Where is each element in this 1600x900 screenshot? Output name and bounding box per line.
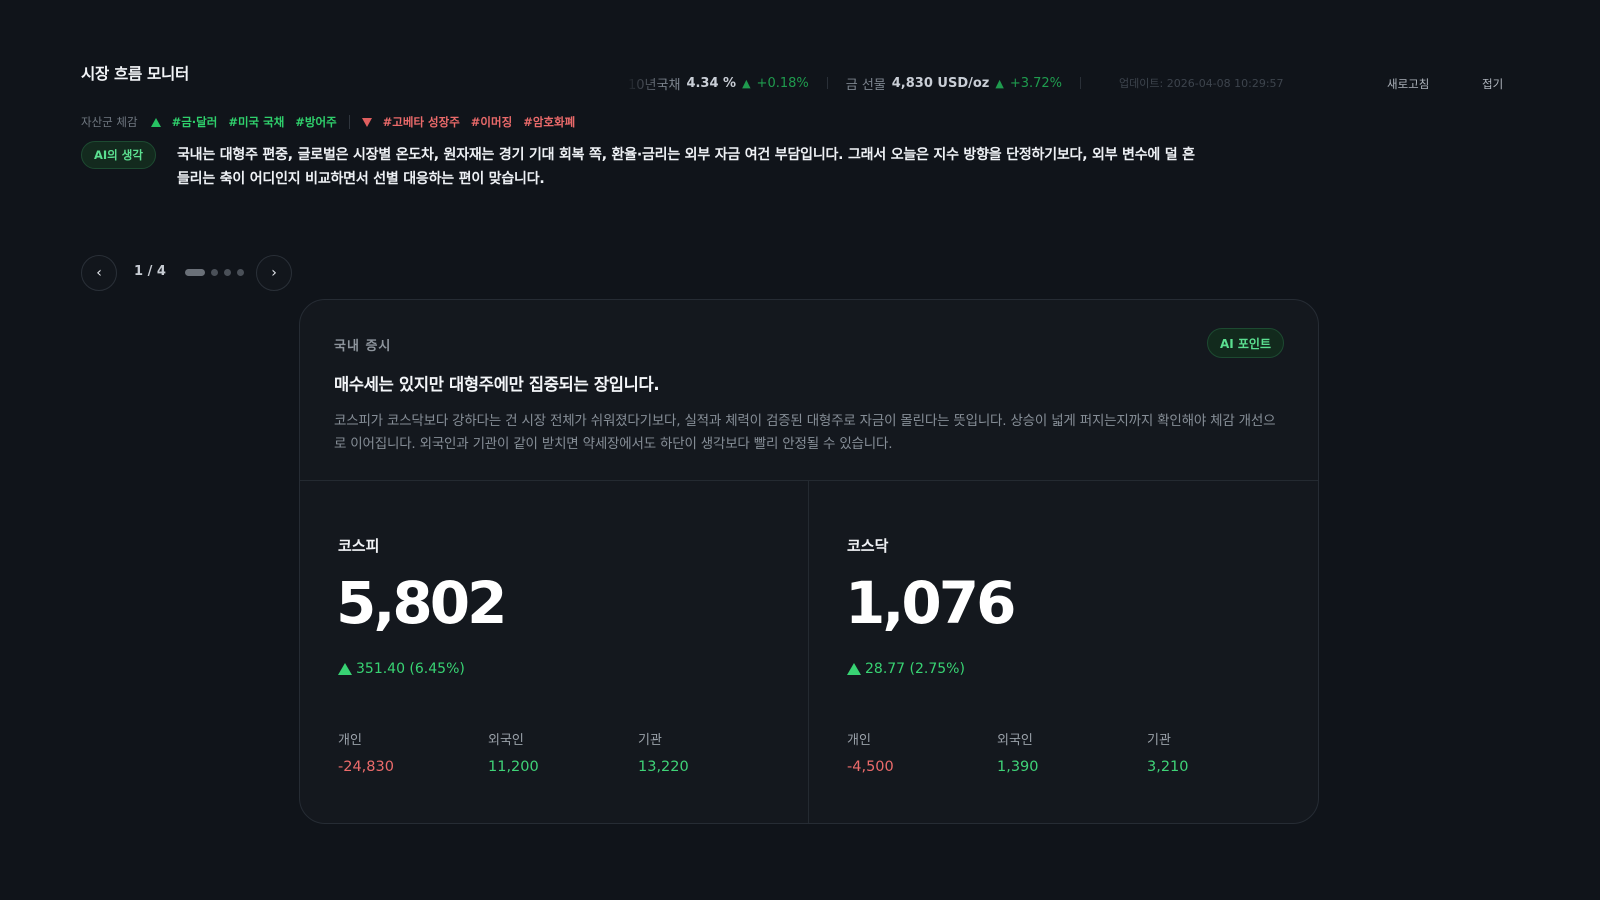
- index-name: 코스닥: [847, 537, 889, 555]
- asset-tag-down: #고베타 성장주: [382, 115, 460, 129]
- card-section-label: 국내 증시: [334, 339, 392, 354]
- updated-timestamp: 업데이트: 2026-04-08 10:29:57: [1119, 77, 1284, 90]
- investor-label: 기관: [1147, 733, 1171, 748]
- ticker-divider: [826, 77, 828, 89]
- ai-thought-badge: AI의 생각: [81, 141, 156, 169]
- page-dot[interactable]: [211, 269, 218, 276]
- asset-tag-up: #방어주: [295, 115, 337, 129]
- collapse-button[interactable]: 접기: [1482, 76, 1503, 92]
- index-value: 1,076: [845, 569, 1016, 637]
- page-dot[interactable]: [185, 269, 205, 276]
- index-change: 28.77 (2.75%): [847, 661, 965, 677]
- asset-tag-up: #미국 국채: [228, 115, 285, 129]
- ticker-divider: [1080, 77, 1082, 89]
- prev-button[interactable]: ‹: [81, 255, 117, 291]
- index-change: 351.40 (6.45%): [338, 661, 465, 677]
- card-description: 코스피가 코스닥보다 강하다는 건 시장 전체가 쉬워졌다기보다, 실적과 체력…: [334, 413, 1276, 452]
- index-change-text: 28.77 (2.75%): [865, 661, 965, 677]
- index-panel-kospi: 코스피 5,802 351.40 (6.45%) 개인 외국인 기관 -24,8…: [300, 481, 808, 823]
- investor-value: 13,220: [638, 759, 689, 775]
- market-ticker: 10년국채 4.34 % ▲ +0.18% 금 선물 4,830 USD/oz …: [628, 73, 1364, 93]
- asset-tag-down: #암호화폐: [523, 115, 576, 129]
- ticker-value: 4.34 %: [686, 75, 737, 91]
- asset-sentiment-row: 자산군 체감 #금·달러 #미국 국채 #방어주 #고베타 성장주 #이머징 #…: [81, 114, 575, 130]
- page-title: 시장 흐름 모니터: [81, 65, 189, 83]
- ticker-change: +0.18%: [756, 75, 809, 91]
- up-triangle-icon: [338, 663, 352, 675]
- up-triangle-icon: [150, 117, 161, 127]
- index-panel-kosdaq: 코스닥 1,076 28.77 (2.75%) 개인 외국인 기관 -4,500…: [809, 481, 1317, 823]
- ticker-fade-right: [1290, 70, 1350, 96]
- page-dot[interactable]: [237, 269, 244, 276]
- ticker-value: 4,830 USD/oz: [891, 75, 990, 91]
- next-button[interactable]: ›: [256, 255, 292, 291]
- index-name: 코스피: [338, 537, 380, 555]
- ticker-item-gold: 금 선물 4,830 USD/oz ▲ +3.72%: [846, 74, 1062, 93]
- ticker-change: +3.72%: [1009, 75, 1063, 91]
- investor-value: 1,390: [997, 759, 1039, 775]
- investor-label: 기관: [638, 733, 662, 748]
- asset-tag-down: #이머징: [470, 115, 513, 129]
- investor-label: 개인: [338, 733, 362, 748]
- page-indicator: 1 / 4: [134, 264, 166, 279]
- chevron-left-icon: ‹: [96, 265, 102, 281]
- investor-label: 외국인: [997, 733, 1033, 748]
- page-dot[interactable]: [224, 269, 231, 276]
- index-value: 5,802: [336, 569, 507, 637]
- investor-value: 11,200: [488, 759, 539, 775]
- up-arrow-icon: ▲: [995, 76, 1004, 90]
- ai-thought-text: 국내는 대형주 편중, 글로벌은 시장별 온도차, 원자재는 경기 기대 회복 …: [177, 147, 1195, 187]
- chevron-right-icon: ›: [271, 265, 277, 281]
- page-dots: [185, 269, 244, 276]
- investor-label: 개인: [847, 733, 871, 748]
- down-triangle-icon: [361, 117, 372, 127]
- ticker-name: 금 선물: [845, 77, 886, 93]
- refresh-button[interactable]: 새로고침: [1387, 76, 1429, 92]
- index-change-text: 351.40 (6.45%): [356, 661, 465, 677]
- asset-sentiment-label: 자산군 체감: [81, 115, 138, 129]
- investor-label: 외국인: [488, 733, 524, 748]
- investor-value: -24,830: [338, 759, 394, 775]
- investor-value: -4,500: [847, 759, 894, 775]
- up-arrow-icon: ▲: [742, 76, 751, 90]
- investor-value: 3,210: [1147, 759, 1189, 775]
- market-card: 국내 증시 AI 포인트 매수세는 있지만 대형주에만 집중되는 장입니다. 코…: [299, 299, 1319, 824]
- up-triangle-icon: [847, 663, 861, 675]
- asset-tag-up: #금·달러: [171, 115, 218, 129]
- ticker-fade-left: [625, 70, 665, 96]
- ai-point-badge: AI 포인트: [1206, 328, 1284, 358]
- card-headline: 매수세는 있지만 대형주에만 집중되는 장입니다.: [334, 375, 660, 394]
- tag-divider: [348, 115, 350, 129]
